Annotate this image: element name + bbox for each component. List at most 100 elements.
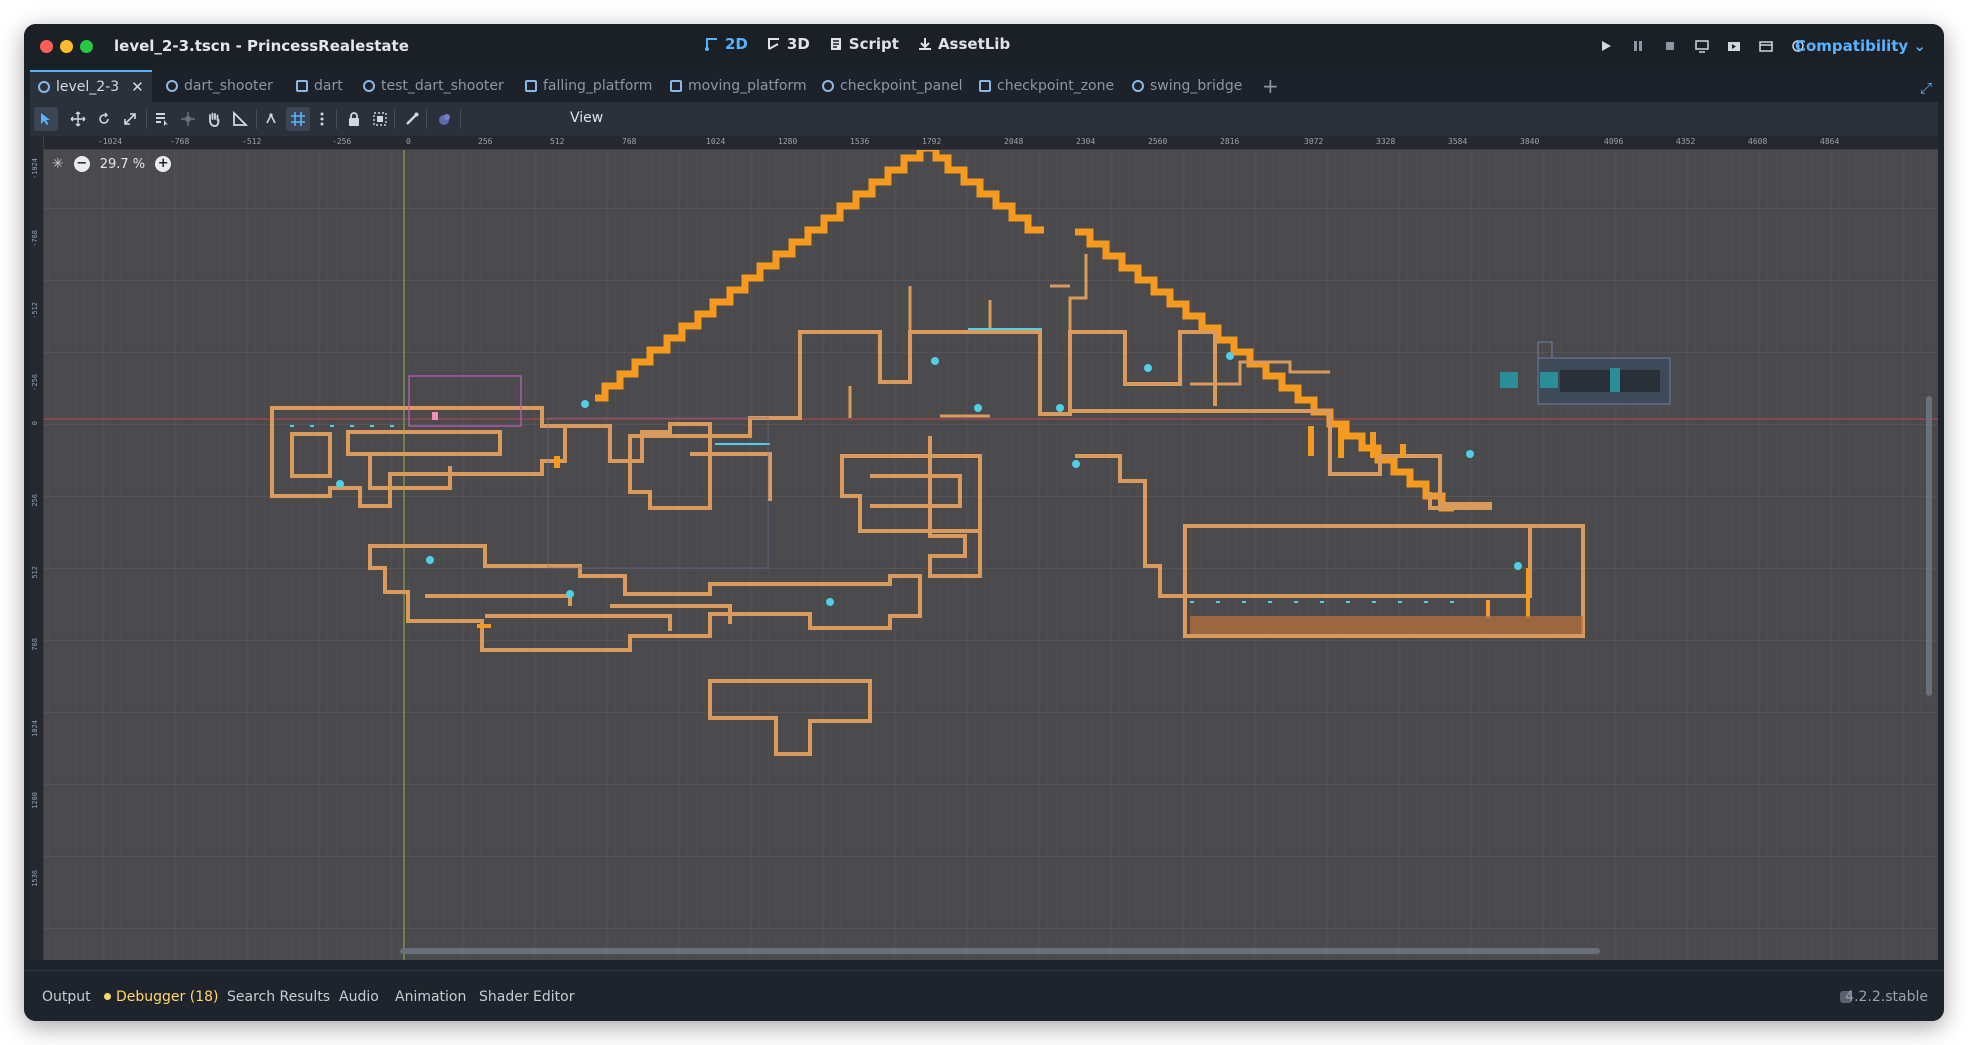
ruler-tick: 512 (31, 566, 39, 579)
list-select-icon (156, 113, 168, 126)
zoom-controls: ✳ − 29.7 % + (52, 156, 172, 172)
marker-point (566, 590, 574, 598)
move-tool-button[interactable] (66, 107, 90, 131)
snap-options-button[interactable] (310, 107, 334, 131)
toolbar-separator (146, 109, 147, 129)
shader-editor-tab[interactable]: Shader Editor (479, 989, 574, 1005)
horizontal-scrollbar[interactable] (400, 948, 1600, 954)
group-button[interactable] (368, 107, 392, 131)
list-select-tool-button[interactable] (150, 107, 174, 131)
major-grid (30, 136, 1938, 960)
scene-icon (1132, 80, 1144, 92)
camera-override-button[interactable] (432, 107, 456, 131)
close-window-button[interactable] (40, 40, 53, 53)
tab-falling-platform[interactable]: falling_platform (517, 70, 660, 102)
ruler-tick: -1024 (98, 137, 123, 146)
maximize-window-button[interactable] (80, 40, 93, 53)
skeleton-button[interactable] (400, 107, 424, 131)
ruler-tick: -768 (170, 137, 190, 146)
ruler-tick: -768 (31, 230, 39, 247)
pillar (554, 456, 560, 468)
zoom-in-button[interactable]: + (155, 156, 172, 172)
move-icon (70, 111, 86, 127)
marker-point (1226, 352, 1234, 360)
kebab-menu-icon (320, 112, 324, 126)
lock-icon (349, 112, 359, 126)
ruler-tick: 3840 (1520, 137, 1540, 146)
tab-test-dart-shooter[interactable]: test_dart_shooter (355, 70, 512, 102)
marker-point (1466, 450, 1474, 458)
distraction-free-icon[interactable]: ⤢ (1920, 79, 1932, 97)
canvas-viewport[interactable]: -1024 -768 -512 -256 0 256 512 768 1024 … (30, 136, 1938, 960)
minimize-window-button[interactable] (60, 40, 73, 53)
play-icon (1602, 41, 1611, 51)
ruler-tick: -256 (332, 137, 352, 146)
animation-tab[interactable]: Animation (395, 989, 466, 1005)
toolbar-separator (426, 109, 427, 129)
tab-moving-platform[interactable]: moving_platform (662, 70, 815, 102)
scene-icon (166, 80, 178, 92)
scene-icon (296, 80, 308, 92)
view-menu-button[interactable]: View (570, 110, 603, 126)
select-tool-button[interactable] (34, 107, 58, 131)
player-sprite (432, 412, 438, 420)
mode-script-button[interactable]: Script (828, 35, 899, 53)
stop-button[interactable] (1660, 36, 1680, 56)
zoom-level[interactable]: 29.7 % (100, 157, 145, 172)
pause-button[interactable] (1628, 36, 1648, 56)
ruler-tick: 4352 (1676, 137, 1696, 146)
ruler-tick: 4864 (1820, 137, 1840, 146)
pillar (1370, 432, 1376, 458)
tab-label: dart_shooter (184, 78, 273, 94)
tab-dart[interactable]: dart (288, 70, 351, 102)
rotate-icon (99, 112, 109, 124)
center-view-icon[interactable]: ✳ (52, 156, 64, 172)
grid-snap-button[interactable] (286, 107, 310, 131)
rotate-tool-button[interactable] (92, 107, 116, 131)
marker-point (974, 404, 982, 412)
close-tab-icon[interactable]: ✕ (131, 78, 144, 96)
marker-point (1056, 404, 1064, 412)
play-custom-scene-button[interactable] (1756, 36, 1776, 56)
tab-label: test_dart_shooter (381, 78, 504, 94)
zoom-out-button[interactable]: − (73, 156, 90, 172)
marker-point (581, 400, 589, 408)
pivot-tool-button[interactable] (176, 107, 200, 131)
vertical-scrollbar[interactable] (1926, 396, 1932, 696)
mode-2d-button[interactable]: 2D (704, 35, 748, 53)
panel-block (1500, 372, 1518, 388)
ruler-tick: 4096 (1604, 137, 1624, 146)
mode-assetlib-button[interactable]: AssetLib (917, 35, 1010, 53)
stop-icon (1666, 42, 1674, 50)
tab-checkpoint-panel[interactable]: checkpoint_panel (814, 70, 971, 102)
tab-label: moving_platform (688, 78, 807, 94)
renderer-dropdown[interactable]: Compatibility ⌄ (1795, 37, 1926, 55)
play-button[interactable] (1596, 36, 1616, 56)
mode-3d-button[interactable]: 3D (766, 35, 810, 53)
pillar (477, 624, 491, 628)
remote-debug-button[interactable] (1692, 36, 1712, 56)
audio-tab[interactable]: Audio (339, 989, 379, 1005)
play-scene-button[interactable] (1724, 36, 1744, 56)
pan-tool-button[interactable] (202, 107, 226, 131)
add-tab-icon[interactable]: + (1262, 74, 1279, 98)
debugger-tab[interactable]: Debugger (18) (104, 989, 218, 1005)
scale-tool-button[interactable] (118, 107, 142, 131)
tab-dart-shooter[interactable]: dart_shooter (158, 70, 281, 102)
ruler-tool-button[interactable] (228, 107, 252, 131)
editor-window: level_2-3.tscn - PrincessRealestate 2D 3… (24, 24, 1944, 1021)
tab-swing-bridge[interactable]: swing_bridge (1124, 70, 1250, 102)
search-results-tab[interactable]: Search Results (227, 989, 330, 1005)
tab-checkpoint-zone[interactable]: checkpoint_zone (971, 70, 1122, 102)
output-tab[interactable]: Output (42, 989, 91, 1005)
toolbar-separator (336, 109, 337, 129)
mode-assetlib-label: AssetLib (937, 35, 1011, 53)
tab-level-2-3[interactable]: level_2-3 ✕ (30, 70, 152, 102)
scale-icon (124, 113, 136, 125)
title-bar: level_2-3.tscn - PrincessRealestate 2D 3… (24, 24, 1944, 70)
lock-button[interactable] (342, 107, 366, 131)
ruler-tick: 1536 (850, 137, 870, 146)
toolbar-separator (256, 109, 257, 129)
smart-snap-button[interactable] (260, 107, 284, 131)
ruler-tick: 256 (478, 137, 493, 146)
